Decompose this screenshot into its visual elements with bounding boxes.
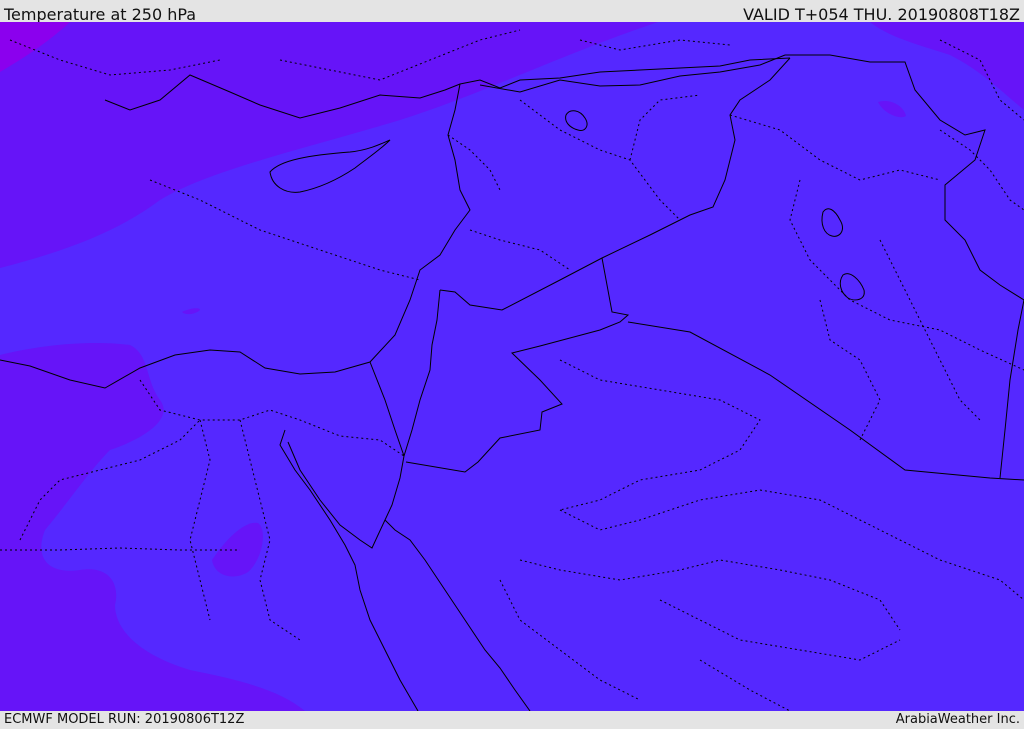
map-title: Temperature at 250 hPa — [4, 5, 197, 22]
temperature-map — [0, 22, 1024, 711]
map-svg — [0, 22, 1024, 711]
map-footer: ECMWF MODEL RUN: 20190806T12Z ArabiaWeat… — [0, 711, 1024, 729]
valid-time-label: VALID T+054 THU. 20190808T18Z — [743, 5, 1020, 22]
model-run-label: ECMWF MODEL RUN: 20190806T12Z — [4, 712, 245, 727]
map-header: Temperature at 250 hPa VALID T+054 THU. … — [0, 0, 1024, 22]
weather-map-page: Temperature at 250 hPa VALID T+054 THU. … — [0, 0, 1024, 729]
credit-label: ArabiaWeather Inc. — [895, 712, 1020, 727]
